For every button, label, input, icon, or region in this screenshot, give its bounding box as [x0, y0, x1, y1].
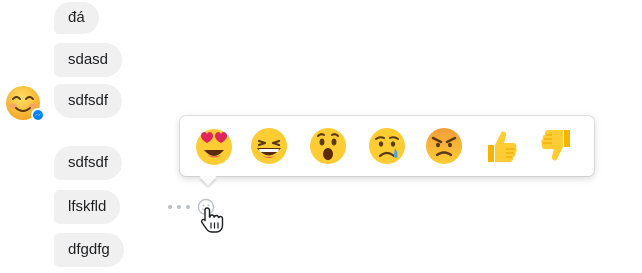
message-text: dfgdfg: [68, 241, 110, 258]
reaction-love-button[interactable]: [193, 125, 235, 167]
reaction-picker: [180, 116, 594, 186]
dot: [168, 205, 172, 209]
hand-pointer-cursor-icon: [199, 206, 225, 234]
message-text: đá: [68, 9, 85, 26]
message-bubble[interactable]: dfgdfg: [54, 233, 124, 267]
dot: [177, 205, 181, 209]
heart-eyes-emoji-icon: [196, 129, 232, 165]
message-bubble[interactable]: sdfsdf: [54, 84, 123, 118]
avatar[interactable]: [4, 84, 45, 122]
reaction-haha-button[interactable]: [248, 125, 290, 167]
crying-emoji-icon: [369, 128, 405, 164]
reaction-angry-button[interactable]: [423, 125, 465, 167]
angry-emoji-icon: [426, 128, 462, 164]
messenger-badge-icon: [31, 108, 45, 122]
reaction-dislike-button[interactable]: [536, 125, 578, 167]
message-bubble[interactable]: đá: [54, 2, 99, 34]
message-bubble[interactable]: sdasd: [54, 43, 123, 77]
message-text: sdasd: [68, 51, 109, 68]
thumbs-up-icon: [488, 131, 517, 162]
message-text: lfskfld: [68, 198, 107, 215]
reaction-like-button[interactable]: [480, 125, 522, 167]
more-options-icon[interactable]: [168, 203, 190, 211]
message-text: sdfsdf: [68, 154, 109, 171]
surprised-emoji-icon: [310, 128, 346, 164]
message-text: sdfsdf: [68, 92, 109, 109]
dot: [186, 205, 190, 209]
laughing-emoji-icon: [251, 128, 287, 164]
message-bubble[interactable]: lfskfld: [54, 190, 121, 224]
reaction-wow-button[interactable]: [307, 125, 349, 167]
reaction-sad-button[interactable]: [366, 125, 408, 167]
thumbs-down-icon: [541, 130, 570, 161]
reaction-picker-pointer: [199, 168, 217, 186]
message-bubble[interactable]: sdfsdf: [54, 146, 123, 180]
